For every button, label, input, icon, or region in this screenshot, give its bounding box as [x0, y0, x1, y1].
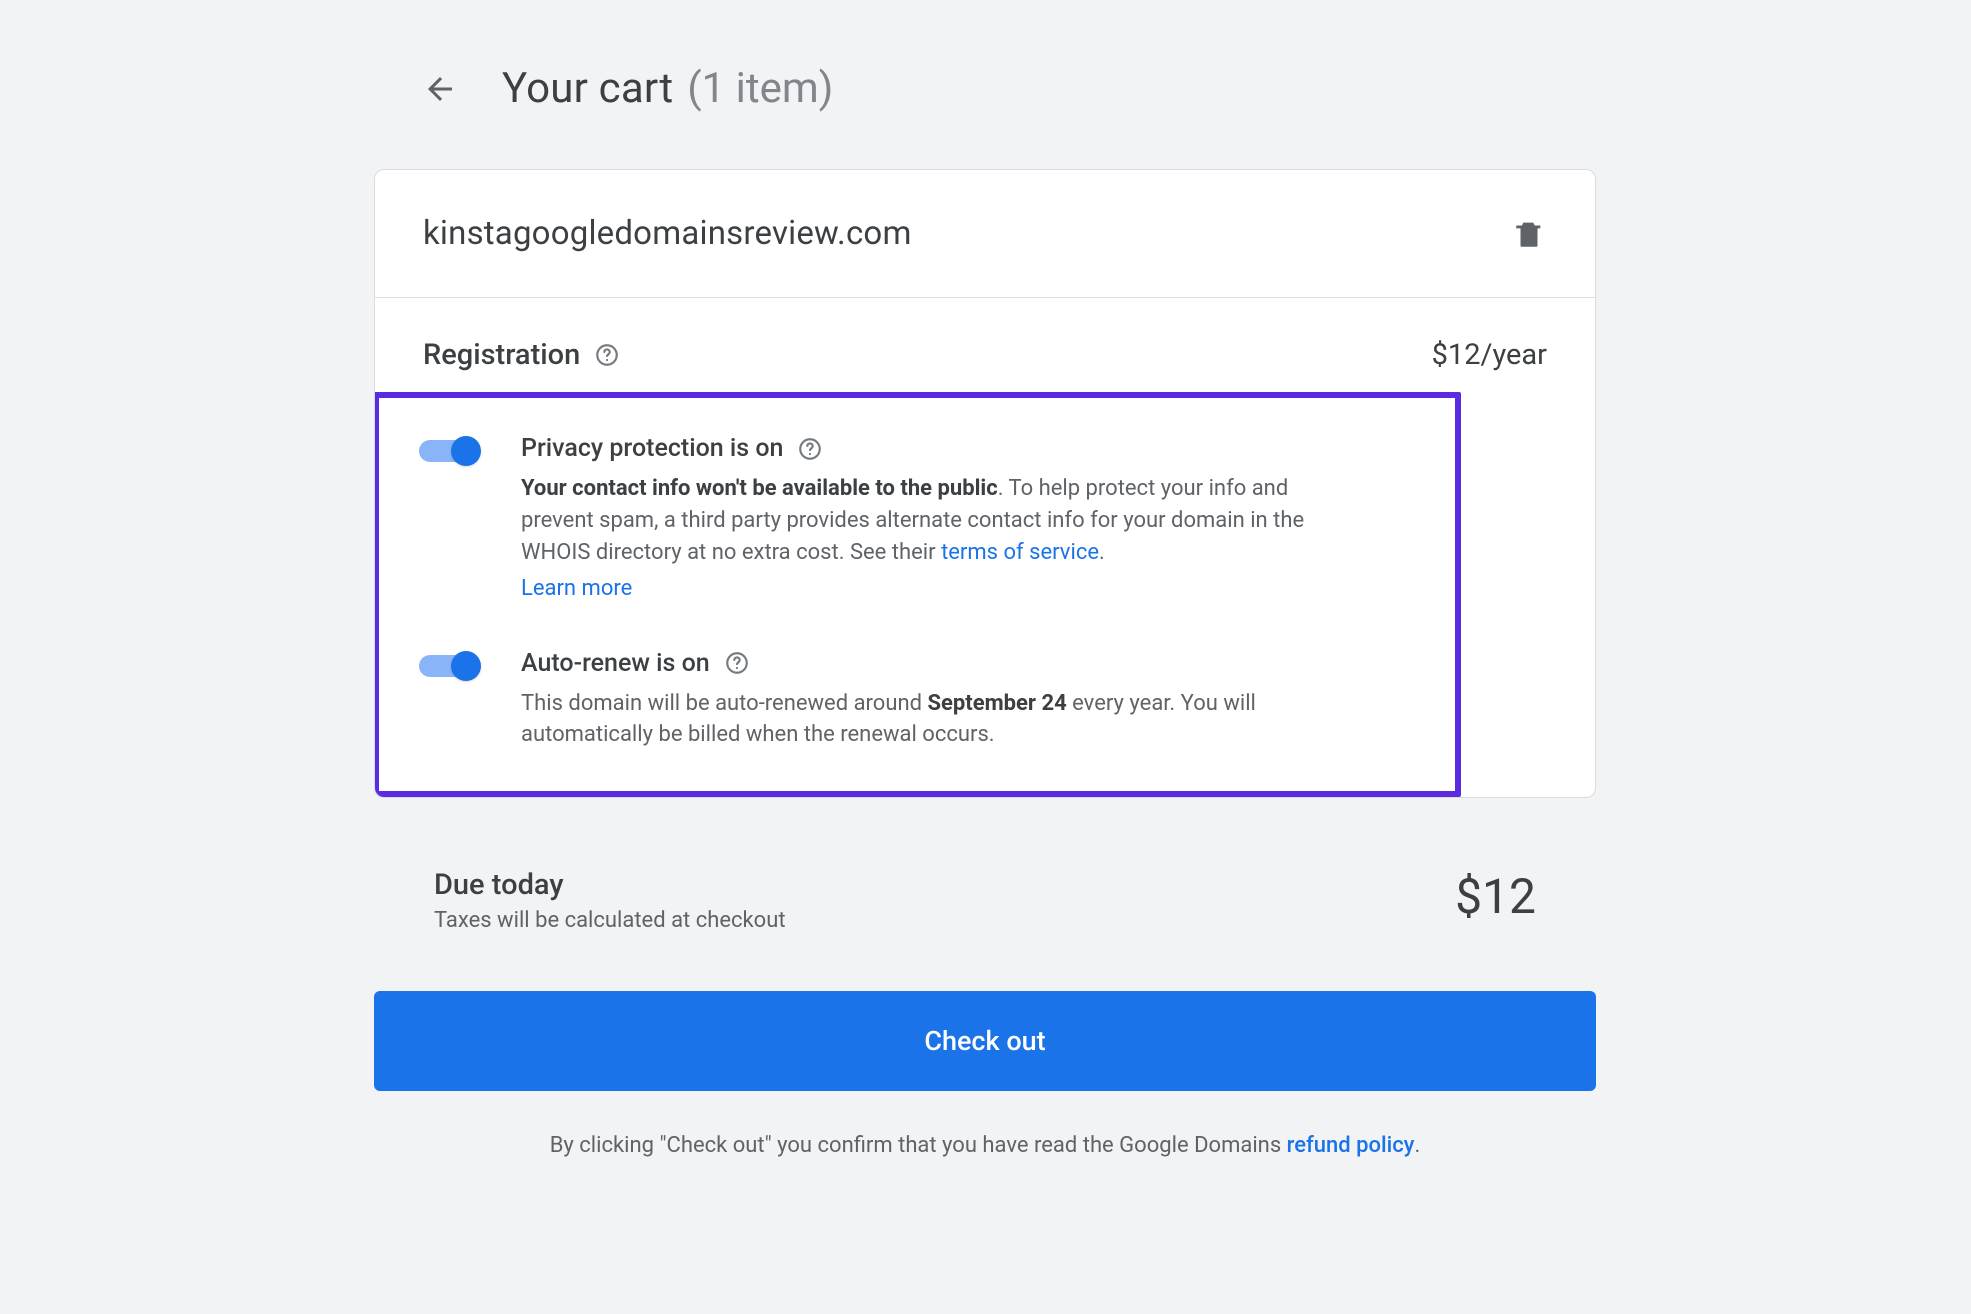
- help-icon: [724, 650, 750, 676]
- cart-card: kinstagoogledomainsreview.com Registrati…: [374, 169, 1596, 798]
- checkout-label: Check out: [924, 1025, 1045, 1057]
- autorenew-desc: This domain will be auto-renewed around …: [521, 688, 1361, 752]
- privacy-toggle[interactable]: [419, 440, 475, 462]
- due-note: Taxes will be calculated at checkout: [434, 908, 786, 933]
- domain-name: kinstagoogledomainsreview.com: [423, 214, 912, 253]
- fineprint-post: .: [1414, 1133, 1420, 1158]
- terms-of-service-link[interactable]: terms of service: [941, 540, 1099, 565]
- period: .: [1099, 540, 1105, 565]
- autorenew-date: September 24: [927, 691, 1066, 716]
- autorenew-title: Auto-renew is on: [521, 649, 710, 678]
- autorenew-body: Auto-renew is on This domain will be aut…: [521, 649, 1415, 752]
- registration-help[interactable]: [594, 342, 620, 368]
- autorenew-option: Auto-renew is on This domain will be aut…: [419, 639, 1415, 752]
- privacy-help[interactable]: [797, 436, 823, 462]
- autorenew-title-row: Auto-renew is on: [521, 649, 1415, 678]
- autorenew-help[interactable]: [724, 650, 750, 676]
- domain-row: kinstagoogledomainsreview.com: [375, 170, 1595, 298]
- due-title: Due today: [434, 868, 786, 902]
- options-highlight: Privacy protection is on Your contact in…: [374, 392, 1461, 797]
- refund-policy-link[interactable]: refund policy: [1287, 1133, 1415, 1158]
- learn-more-link[interactable]: Learn more: [521, 573, 632, 605]
- autorenew-toggle[interactable]: [419, 655, 475, 677]
- page-title-wrap: Your cart (1 item): [502, 64, 833, 113]
- trash-icon: [1512, 217, 1546, 251]
- privacy-desc-bold: Your contact info won't be available to …: [521, 476, 998, 501]
- registration-price: $12/year: [1432, 338, 1547, 372]
- page-title-count: (1 item): [687, 64, 833, 113]
- back-button[interactable]: [416, 65, 464, 113]
- privacy-body: Privacy protection is on Your contact in…: [521, 434, 1415, 605]
- page: Your cart (1 item) kinstagoogledomainsre…: [0, 0, 1971, 1218]
- page-title: Your cart: [502, 64, 673, 113]
- arrow-left-icon: [422, 71, 458, 107]
- due-amount: $12: [1455, 868, 1536, 925]
- fineprint-pre: By clicking "Check out" you confirm that…: [550, 1133, 1287, 1158]
- help-icon: [594, 342, 620, 368]
- registration-label-wrap: Registration: [423, 338, 620, 372]
- registration-row: Registration $12/year: [375, 298, 1595, 394]
- fineprint: By clicking "Check out" you confirm that…: [374, 1133, 1596, 1158]
- registration-label: Registration: [423, 338, 580, 372]
- privacy-title: Privacy protection is on: [521, 434, 783, 463]
- autorenew-desc-pre: This domain will be auto-renewed around: [521, 691, 927, 716]
- due-left: Due today Taxes will be calculated at ch…: [434, 868, 786, 933]
- checkout-button[interactable]: Check out: [374, 991, 1596, 1091]
- delete-button[interactable]: [1511, 216, 1547, 252]
- privacy-title-row: Privacy protection is on: [521, 434, 1415, 463]
- privacy-desc: Your contact info won't be available to …: [521, 473, 1361, 605]
- privacy-option: Privacy protection is on Your contact in…: [419, 424, 1415, 605]
- due-row: Due today Taxes will be calculated at ch…: [374, 868, 1596, 933]
- help-icon: [797, 436, 823, 462]
- page-header: Your cart (1 item): [0, 8, 1971, 169]
